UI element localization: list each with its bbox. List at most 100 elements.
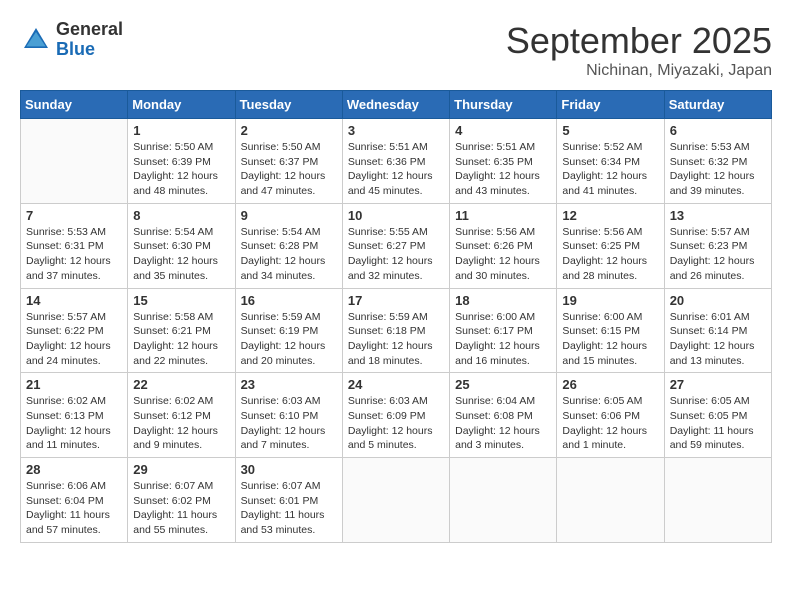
day-number: 17 [348, 293, 444, 308]
day-info: Sunrise: 6:03 AM Sunset: 6:10 PM Dayligh… [241, 394, 337, 453]
calendar-week-row: 1 Sunrise: 5:50 AM Sunset: 6:39 PM Daylig… [21, 119, 772, 204]
day-of-week-tuesday: Tuesday [235, 91, 342, 119]
day-info: Sunrise: 6:07 AM Sunset: 6:02 PM Dayligh… [133, 479, 229, 538]
day-info: Sunrise: 5:57 AM Sunset: 6:22 PM Dayligh… [26, 310, 122, 369]
calendar-cell: 27Sunrise: 6:05 AM Sunset: 6:05 PM Dayli… [664, 373, 771, 458]
calendar-cell: 10 Sunrise: 5:55 AM Sunset: 6:27 PM Dayli… [342, 203, 449, 288]
day-info: Sunrise: 6:01 AM Sunset: 6:14 PM Dayligh… [670, 310, 766, 369]
day-number: 21 [26, 377, 122, 392]
day-info: Sunrise: 5:51 AM Sunset: 6:36 PM Dayligh… [348, 140, 444, 199]
day-info: Sunrise: 6:05 AM Sunset: 6:06 PM Dayligh… [562, 394, 658, 453]
calendar-week-row: 7Sunrise: 5:53 AM Sunset: 6:31 PM Daylig… [21, 203, 772, 288]
calendar-cell: 20 Sunrise: 6:01 AM Sunset: 6:14 PM Dayli… [664, 288, 771, 373]
day-of-week-friday: Friday [557, 91, 664, 119]
calendar-cell: 16 Sunrise: 5:59 AM Sunset: 6:19 PM Dayli… [235, 288, 342, 373]
day-info: Sunrise: 6:04 AM Sunset: 6:08 PM Dayligh… [455, 394, 551, 453]
day-info: Sunrise: 5:53 AM Sunset: 6:32 PM Dayligh… [670, 140, 766, 199]
calendar-cell: 15Sunrise: 5:58 AM Sunset: 6:21 PM Dayli… [128, 288, 235, 373]
calendar-week-row: 21 Sunrise: 6:02 AM Sunset: 6:13 PM Dayli… [21, 373, 772, 458]
day-info: Sunrise: 5:50 AM Sunset: 6:39 PM Dayligh… [133, 140, 229, 199]
day-info: Sunrise: 6:00 AM Sunset: 6:15 PM Dayligh… [562, 310, 658, 369]
day-number: 20 [670, 293, 766, 308]
day-number: 16 [241, 293, 337, 308]
calendar-header-row: SundayMondayTuesdayWednesdayThursdayFrid… [21, 91, 772, 119]
day-number: 5 [562, 123, 658, 138]
logo-icon [20, 24, 52, 56]
day-number: 3 [348, 123, 444, 138]
day-number: 8 [133, 208, 229, 223]
calendar-cell [664, 458, 771, 543]
day-info: Sunrise: 5:56 AM Sunset: 6:26 PM Dayligh… [455, 225, 551, 284]
day-number: 11 [455, 208, 551, 223]
day-number: 7 [26, 208, 122, 223]
day-number: 24 [348, 377, 444, 392]
day-of-week-thursday: Thursday [450, 91, 557, 119]
calendar-cell: 14 Sunrise: 5:57 AM Sunset: 6:22 PM Dayli… [21, 288, 128, 373]
day-number: 19 [562, 293, 658, 308]
day-number: 28 [26, 462, 122, 477]
day-info: Sunrise: 5:54 AM Sunset: 6:28 PM Dayligh… [241, 225, 337, 284]
day-info: Sunrise: 6:02 AM Sunset: 6:12 PM Dayligh… [133, 394, 229, 453]
calendar-cell: 18 Sunrise: 6:00 AM Sunset: 6:17 PM Dayli… [450, 288, 557, 373]
day-number: 15 [133, 293, 229, 308]
calendar-cell: 24 Sunrise: 6:03 AM Sunset: 6:09 PM Dayli… [342, 373, 449, 458]
day-info: Sunrise: 5:54 AM Sunset: 6:30 PM Dayligh… [133, 225, 229, 284]
day-number: 22 [133, 377, 229, 392]
day-info: Sunrise: 5:50 AM Sunset: 6:37 PM Dayligh… [241, 140, 337, 199]
day-number: 2 [241, 123, 337, 138]
day-number: 25 [455, 377, 551, 392]
calendar-cell: 17 Sunrise: 5:59 AM Sunset: 6:18 PM Dayli… [342, 288, 449, 373]
day-info: Sunrise: 5:59 AM Sunset: 6:19 PM Dayligh… [241, 310, 337, 369]
day-number: 30 [241, 462, 337, 477]
day-number: 18 [455, 293, 551, 308]
day-number: 9 [241, 208, 337, 223]
calendar-cell: 30 Sunrise: 6:07 AM Sunset: 6:01 PM Dayli… [235, 458, 342, 543]
day-info: Sunrise: 6:07 AM Sunset: 6:01 PM Dayligh… [241, 479, 337, 538]
day-number: 14 [26, 293, 122, 308]
calendar-cell: 19 Sunrise: 6:00 AM Sunset: 6:15 PM Dayli… [557, 288, 664, 373]
day-number: 6 [670, 123, 766, 138]
day-of-week-saturday: Saturday [664, 91, 771, 119]
day-info: Sunrise: 5:51 AM Sunset: 6:35 PM Dayligh… [455, 140, 551, 199]
day-number: 29 [133, 462, 229, 477]
day-info: Sunrise: 5:52 AM Sunset: 6:34 PM Dayligh… [562, 140, 658, 199]
day-info: Sunrise: 6:02 AM Sunset: 6:13 PM Dayligh… [26, 394, 122, 453]
calendar-cell [450, 458, 557, 543]
logo-text: General Blue [56, 20, 123, 60]
day-of-week-sunday: Sunday [21, 91, 128, 119]
day-info: Sunrise: 6:05 AM Sunset: 6:05 PM Dayligh… [670, 394, 766, 453]
day-info: Sunrise: 6:03 AM Sunset: 6:09 PM Dayligh… [348, 394, 444, 453]
calendar-cell: 13Sunrise: 5:57 AM Sunset: 6:23 PM Dayli… [664, 203, 771, 288]
day-number: 12 [562, 208, 658, 223]
day-number: 10 [348, 208, 444, 223]
day-info: Sunrise: 5:56 AM Sunset: 6:25 PM Dayligh… [562, 225, 658, 284]
calendar-cell [342, 458, 449, 543]
calendar-cell: 29 Sunrise: 6:07 AM Sunset: 6:02 PM Dayli… [128, 458, 235, 543]
calendar-cell: 28 Sunrise: 6:06 AM Sunset: 6:04 PM Dayli… [21, 458, 128, 543]
calendar-cell: 25 Sunrise: 6:04 AM Sunset: 6:08 PM Dayli… [450, 373, 557, 458]
day-of-week-wednesday: Wednesday [342, 91, 449, 119]
calendar-week-row: 14 Sunrise: 5:57 AM Sunset: 6:22 PM Dayli… [21, 288, 772, 373]
logo-general: General [56, 20, 123, 40]
day-of-week-monday: Monday [128, 91, 235, 119]
day-info: Sunrise: 5:59 AM Sunset: 6:18 PM Dayligh… [348, 310, 444, 369]
day-info: Sunrise: 5:57 AM Sunset: 6:23 PM Dayligh… [670, 225, 766, 284]
page-header: General Blue September 2025 Nichinan, Mi… [20, 20, 772, 80]
calendar: SundayMondayTuesdayWednesdayThursdayFrid… [20, 90, 772, 543]
day-info: Sunrise: 5:55 AM Sunset: 6:27 PM Dayligh… [348, 225, 444, 284]
calendar-cell: 21 Sunrise: 6:02 AM Sunset: 6:13 PM Dayli… [21, 373, 128, 458]
logo-blue: Blue [56, 40, 123, 60]
calendar-cell [557, 458, 664, 543]
calendar-week-row: 28 Sunrise: 6:06 AM Sunset: 6:04 PM Dayli… [21, 458, 772, 543]
month-title: September 2025 [506, 20, 772, 62]
calendar-cell [21, 119, 128, 204]
calendar-cell: 6 Sunrise: 5:53 AM Sunset: 6:32 PM Daylig… [664, 119, 771, 204]
calendar-cell: 4 Sunrise: 5:51 AM Sunset: 6:35 PM Daylig… [450, 119, 557, 204]
day-info: Sunrise: 6:00 AM Sunset: 6:17 PM Dayligh… [455, 310, 551, 369]
day-info: Sunrise: 6:06 AM Sunset: 6:04 PM Dayligh… [26, 479, 122, 538]
calendar-cell: 8 Sunrise: 5:54 AM Sunset: 6:30 PM Daylig… [128, 203, 235, 288]
day-number: 4 [455, 123, 551, 138]
day-number: 1 [133, 123, 229, 138]
calendar-cell: 23Sunrise: 6:03 AM Sunset: 6:10 PM Dayli… [235, 373, 342, 458]
calendar-cell: 3 Sunrise: 5:51 AM Sunset: 6:36 PM Daylig… [342, 119, 449, 204]
